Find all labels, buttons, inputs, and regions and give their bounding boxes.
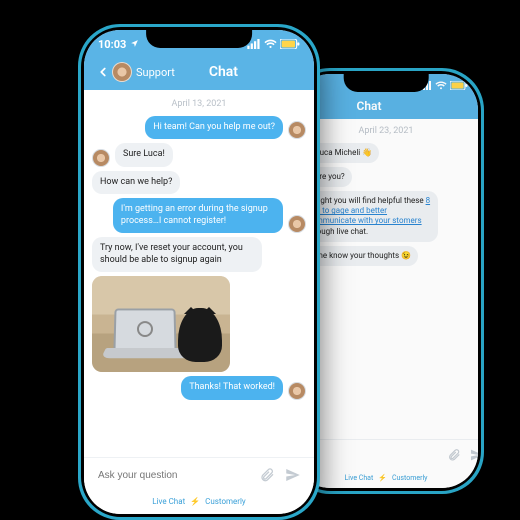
chat-title: Chat xyxy=(294,99,472,113)
battery-icon xyxy=(280,39,300,49)
avatar xyxy=(288,215,306,233)
send-icon[interactable] xyxy=(284,466,302,484)
date-separator: April 23, 2021 xyxy=(300,126,472,138)
bolt-icon: ⚡ xyxy=(190,497,200,506)
message-text: Sure Luca! xyxy=(123,149,165,159)
conversation: April 23, 2021 lo Luca Micheli 👋 w are y… xyxy=(294,119,478,439)
title-bar: Chat xyxy=(294,96,478,119)
message-them: Sure Luca! xyxy=(92,143,306,167)
gif-attachment[interactable] xyxy=(92,276,230,372)
status-time: 10:03 xyxy=(98,38,126,51)
wifi-icon xyxy=(435,81,447,90)
chat-title: Chat xyxy=(141,64,306,80)
message-me: Thanks! That worked! xyxy=(92,376,306,400)
stage: Chat April 23, 2021 lo Luca Micheli 👋 w … xyxy=(0,0,520,520)
message-me: Hi team! Can you help me out? xyxy=(92,116,306,140)
composer xyxy=(294,439,478,470)
message-them: How can we help? xyxy=(92,171,306,195)
title-bar: Support Chat xyxy=(84,58,314,90)
message-them: lo Luca Micheli 👋 xyxy=(300,143,472,163)
conversation[interactable]: April 13, 2021 Hi team! Can you help me … xyxy=(84,90,314,457)
message-text: et me know your thoughts 😉 xyxy=(307,251,411,260)
avatar xyxy=(288,382,306,400)
footer-left[interactable]: Live Chat xyxy=(152,497,185,506)
attach-icon[interactable] xyxy=(258,466,276,484)
footer-right[interactable]: Customerly xyxy=(392,474,427,482)
message-them: w are you? xyxy=(300,167,472,187)
send-icon[interactable] xyxy=(469,446,478,464)
wifi-icon xyxy=(264,39,277,49)
back-button[interactable] xyxy=(92,65,114,79)
battery-icon xyxy=(450,81,468,90)
message-text: Thanks! That worked! xyxy=(189,382,275,392)
notch xyxy=(344,74,429,92)
avatar[interactable] xyxy=(112,62,132,82)
avatar xyxy=(288,121,306,139)
footer: Live Chat ⚡ Customerly xyxy=(84,492,314,514)
phone-primary: 10:03 Support Chat April 13, 2021 Hi xyxy=(78,24,320,520)
message-image xyxy=(92,276,306,372)
footer: Live Chat ⚡ Customerly xyxy=(294,470,478,488)
notch xyxy=(146,30,252,48)
location-icon xyxy=(130,38,139,51)
message-text: Hi team! Can you help me out? xyxy=(153,122,275,132)
bolt-icon: ⚡ xyxy=(378,474,387,482)
attach-icon[interactable] xyxy=(447,446,461,464)
message-text: Try now, I've reset your account, you sh… xyxy=(100,243,243,265)
message-them: et me know your thoughts 😉 xyxy=(300,246,472,266)
composer xyxy=(84,457,314,492)
message-text: hought you will find helpful these 8 tip… xyxy=(307,196,430,236)
message-text: How can we help? xyxy=(100,177,172,187)
footer-right[interactable]: Customerly xyxy=(205,497,246,506)
footer-left[interactable]: Live Chat xyxy=(345,474,374,482)
composer-input[interactable] xyxy=(303,449,439,462)
avatar xyxy=(92,149,110,167)
message-me: I'm getting an error during the signup p… xyxy=(92,198,306,233)
message-them: hought you will find helpful these 8 tip… xyxy=(300,191,472,242)
message-text: I'm getting an error during the signup p… xyxy=(121,204,268,226)
message-them: Try now, I've reset your account, you sh… xyxy=(92,237,306,272)
date-separator: April 13, 2021 xyxy=(92,99,306,111)
composer-input[interactable] xyxy=(96,469,250,482)
